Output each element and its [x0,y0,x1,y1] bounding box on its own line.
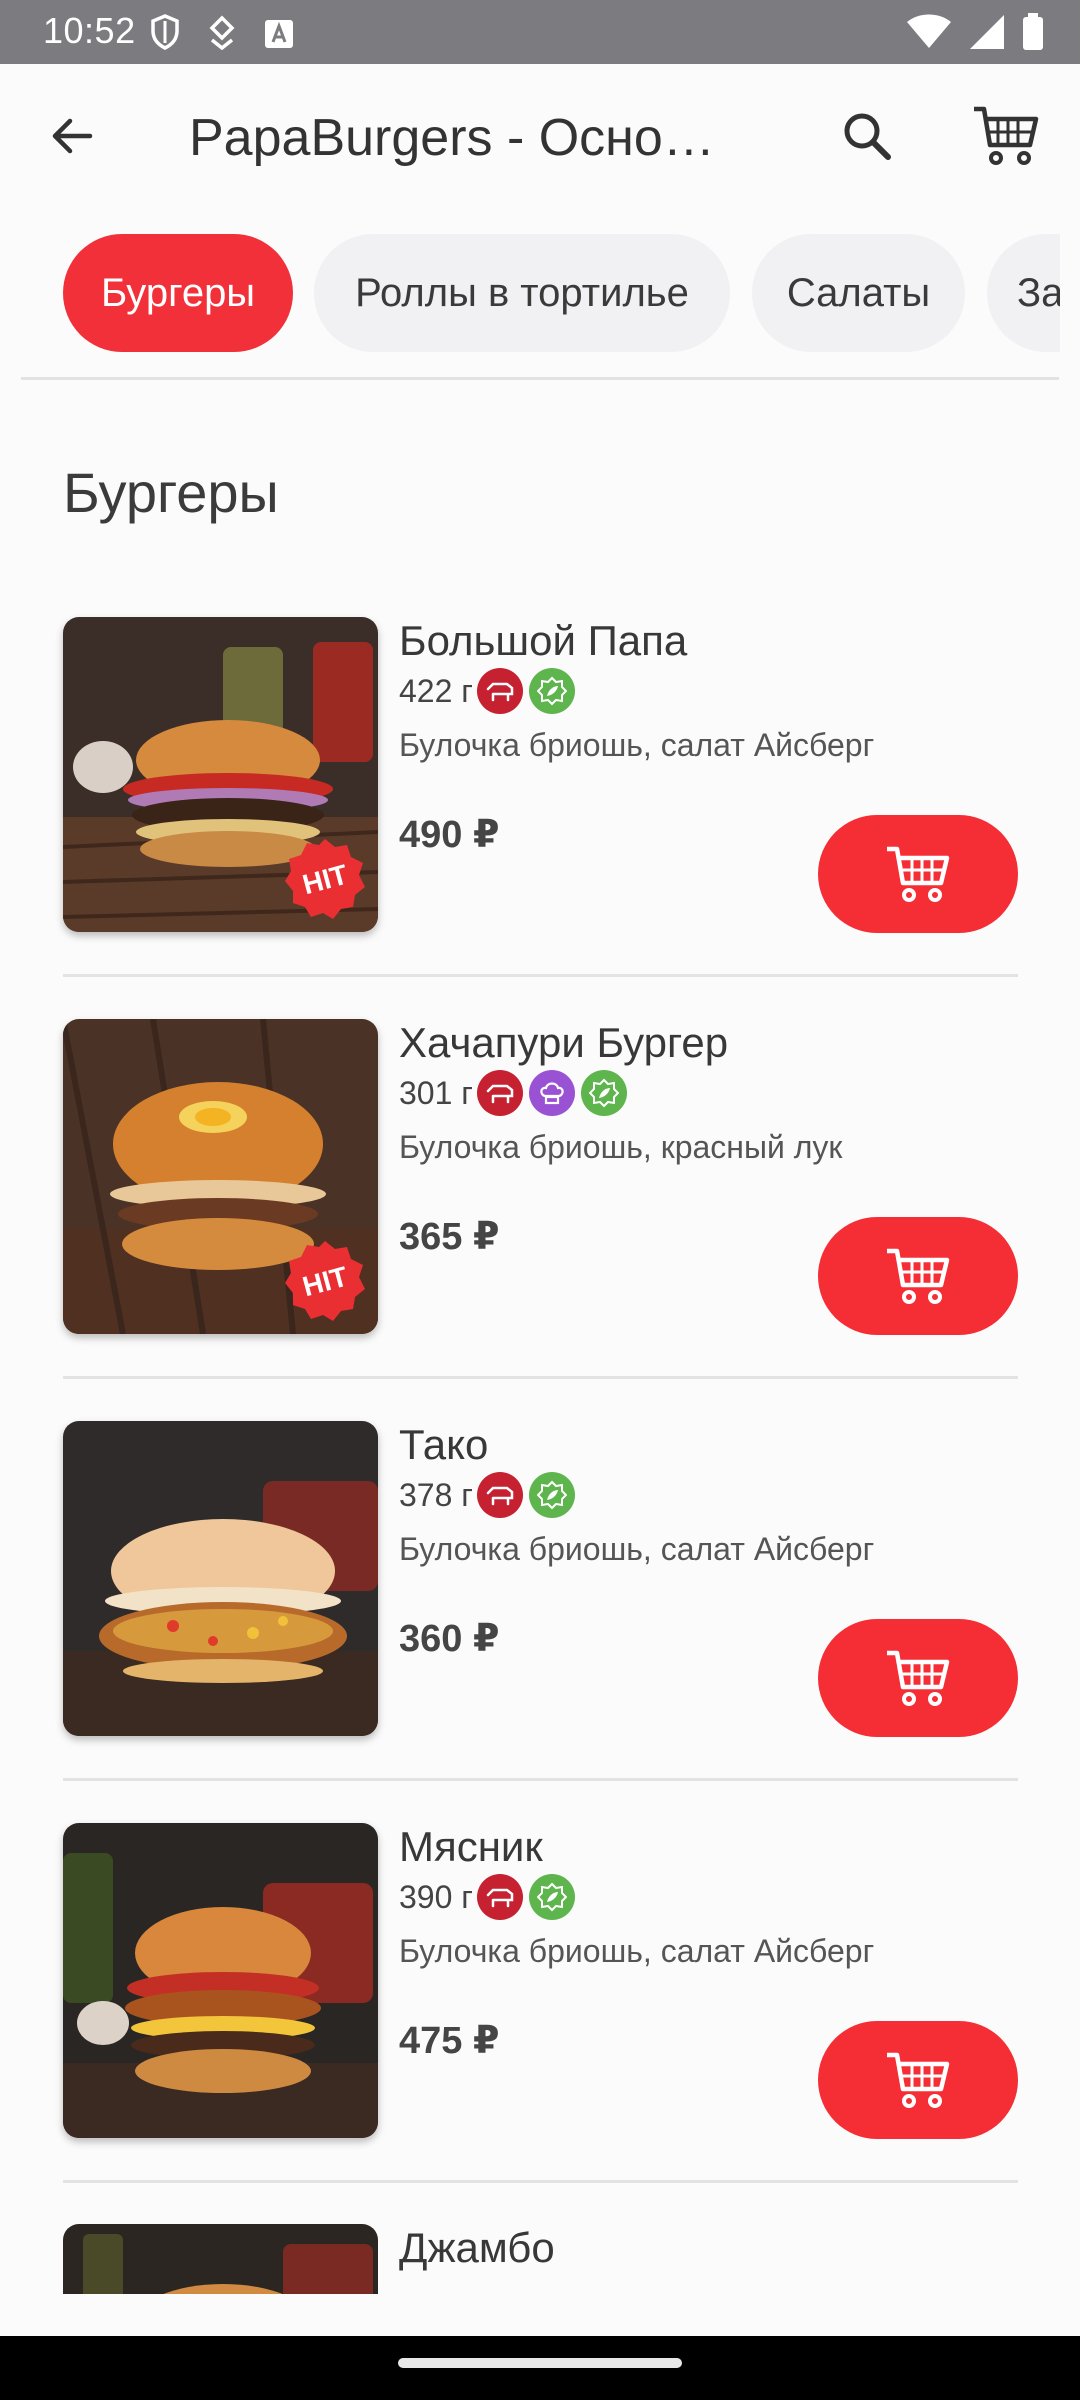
product-card[interactable]: Тако 378 г Булочка бриошь, салат Айсберг… [63,1421,1018,1823]
meat-tag-icon [476,1070,523,1116]
leaf-tag-icon [528,1472,575,1518]
cart-icon [974,106,1039,165]
add-to-cart-button[interactable] [818,815,1018,933]
product-card[interactable]: HIT Хачапури Бургер 301 г Булочка бриошь… [63,1019,1018,1421]
search-button[interactable] [835,104,899,168]
product-photo [63,2224,378,2294]
product-divider [63,1376,1018,1379]
category-chip-burgers[interactable]: Бургеры [63,234,293,352]
product-photo [63,1823,378,2138]
cart-button[interactable] [970,100,1042,172]
product-name: Джамбо [399,2224,555,2271]
category-chip-salads[interactable]: Салаты [752,234,965,352]
product-description: Булочка бриошь, салат Айсберг [399,1933,875,1969]
add-to-cart-button[interactable] [818,1217,1018,1335]
product-price: 360 ₽ [399,1618,500,1660]
product-card[interactable]: HIT Большой Папа 422 г Булочка бриошь, с… [63,617,1018,1019]
add-to-cart-button[interactable] [818,1619,1018,1737]
status-time: 10:52 [43,10,136,51]
product-name: Хачапури Бургер [399,1019,729,1066]
shield-status-icon [151,14,179,50]
product-divider [63,1778,1018,1781]
leaf-tag-icon [580,1070,627,1116]
product-name: Тако [399,1421,489,1468]
back-arrow-icon [52,118,93,154]
page-title: PapaBurgers - Основное меню [189,109,729,167]
category-chip-snacks[interactable]: Закуски [987,234,1060,352]
status-bar: 10:52 [0,0,1080,64]
product-meta: 390 г [399,1873,581,1921]
chips-divider [21,377,1059,380]
product-description: Булочка бриошь, салат Айсберг [399,1531,875,1567]
meat-tag-icon [476,1874,523,1920]
meat-tag-icon [476,1472,523,1518]
product-divider [63,2180,1018,2183]
product-weight: 390 г [399,1878,473,1915]
product-description: Булочка бриошь, красный лук [399,1129,843,1165]
category-chip-rolls[interactable]: Роллы в тортилье [314,234,730,352]
leaf-tag-icon [528,1874,575,1920]
product-weight: 378 г [399,1476,473,1513]
product-meta: 301 г [399,1069,633,1117]
product-divider [63,974,1018,977]
signal-icon [970,15,1004,49]
product-card[interactable]: Мясник 390 г Булочка бриошь, салат Айсбе… [63,1823,1018,2225]
product-name: Большой Папа [399,617,688,664]
cart-icon [887,846,950,902]
product-meta: 422 г [399,667,581,715]
category-tabs: Бургеры Роллы в тортилье Салаты Закуски [0,210,1060,374]
status-right-icons [906,12,1044,52]
download-status-icon [209,15,235,50]
hit-badge: HIT [285,1241,365,1321]
home-gesture-handle[interactable] [398,2358,682,2368]
product-photo [63,1421,378,1736]
cart-icon [887,2052,950,2108]
battery-icon [1023,13,1043,50]
section-title: Бургеры [63,461,279,524]
leaf-tag-icon [528,668,575,714]
add-to-cart-button[interactable] [818,2021,1018,2139]
back-button[interactable] [40,104,104,168]
chef-hat-tag-icon [528,1070,575,1116]
font-status-icon [265,20,293,48]
search-icon [844,113,891,160]
wifi-icon [907,14,951,48]
meat-tag-icon [476,668,523,714]
cart-icon [887,1650,950,1706]
product-weight: 301 г [399,1074,473,1111]
hit-badge: HIT [285,839,365,919]
system-nav-bar [0,2336,1080,2400]
product-weight: 422 г [399,672,473,709]
product-price: 365 ₽ [399,1216,500,1258]
app-bar: PapaBurgers - Основное меню [0,64,1080,210]
product-meta: 378 г [399,1471,581,1519]
cart-icon [887,1248,950,1304]
product-description: Булочка бриошь, салат Айсберг [399,727,875,763]
product-price: 490 ₽ [399,814,500,856]
product-price: 475 ₽ [399,2020,500,2062]
product-card-partial[interactable]: Джамбо [63,2224,1018,2294]
product-name: Мясник [399,1823,543,1870]
